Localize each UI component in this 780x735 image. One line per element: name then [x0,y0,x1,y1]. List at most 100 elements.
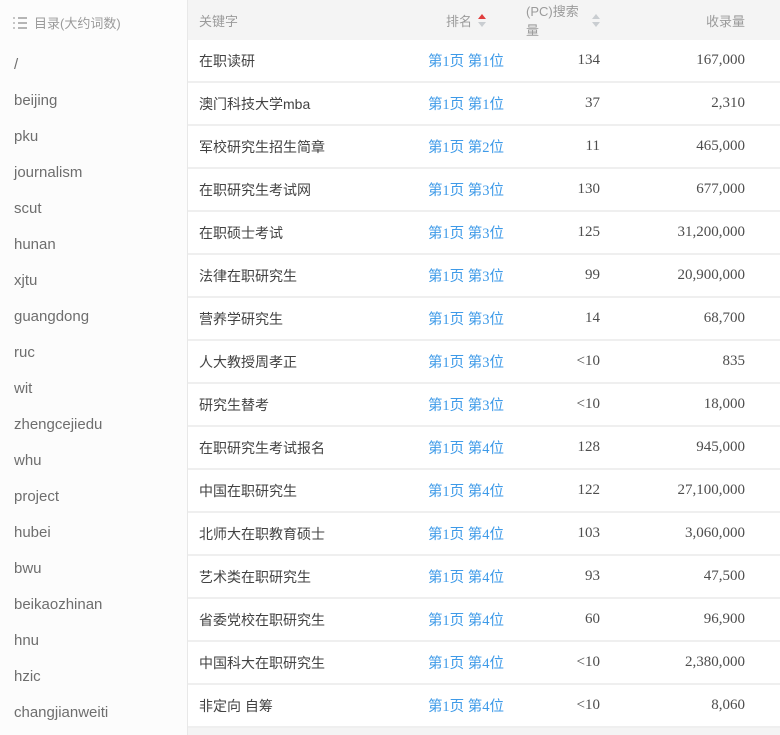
search-sort-arrows-icon[interactable] [592,14,600,27]
index-volume-cell: 8,060 [711,697,745,714]
sort-asc-arrow-icon[interactable] [592,14,600,19]
table-row: 研究生替考 第1页 第3位 <10 18,000 [188,384,780,427]
keyword-cell: 艺术类在职研究生 [199,569,311,585]
sidebar-item-directory[interactable]: whu [0,443,187,479]
sidebar-item-directory[interactable]: bwu [0,551,187,587]
pc-search-volume-cell: 134 [578,52,601,69]
rank-link[interactable]: 第1页 第4位 [428,480,504,501]
rank-link[interactable]: 第1页 第4位 [428,609,504,630]
keyword-cell: 在职硕士考试 [199,225,283,241]
table-row: 营养学研究生 第1页 第3位 14 68,700 [188,298,780,341]
column-header-index-volume: 收录量 [618,11,780,30]
sidebar-item-directory[interactable]: journalism [0,155,187,191]
keyword-cell: 中国在职研究生 [199,483,297,499]
keyword-cell: 在职研究生考试网 [199,182,311,198]
sidebar-item-directory[interactable]: beijing [0,83,187,119]
table-row: 法律在职研究生 第1页 第3位 99 20,900,000 [188,255,780,298]
pc-search-volume-cell: 122 [578,482,601,499]
keyword-table: 关键字 排名 (PC)搜索量 收录量 [188,0,780,735]
keyword-cell: 法律在职研究生 [199,268,297,284]
sidebar-list: /beijingpkujournalismscuthunanxjtuguangd… [0,41,187,731]
index-volume-cell: 47,500 [704,568,745,585]
index-volume-cell: 96,900 [704,611,745,628]
sidebar-item-directory[interactable]: wit [0,371,187,407]
sidebar-item-directory[interactable]: ruc [0,335,187,371]
index-volume-cell: 31,200,000 [678,224,746,241]
sidebar-item-directory[interactable]: hnu [0,623,187,659]
pc-search-volume-cell: 99 [585,267,600,284]
pc-search-volume-cell: 14 [585,310,600,327]
keyword-cell: 在职研究生考试报名 [199,440,325,456]
rank-link[interactable]: 第1页 第2位 [428,136,504,157]
sidebar-item-directory[interactable]: hubei [0,515,187,551]
rank-link[interactable]: 第1页 第3位 [428,394,504,415]
keyword-cell: 研究生替考 [199,397,269,413]
list-icon [13,17,27,29]
sidebar-item-directory[interactable]: pku [0,119,187,155]
rank-link[interactable]: 第1页 第4位 [428,523,504,544]
index-volume-cell: 835 [723,353,746,370]
index-volume-cell: 167,000 [696,52,745,69]
index-volume-cell: 465,000 [696,138,745,155]
sidebar-item-directory[interactable]: xjtu [0,263,187,299]
table-row: 艺术类在职研究生 第1页 第4位 93 47,500 [188,556,780,599]
rank-link[interactable]: 第1页 第4位 [428,566,504,587]
app-window: 目录(大约词数) /beijingpkujournalismscuthunanx… [0,0,780,735]
keyword-cell: 北师大在职教育硕士 [199,526,325,542]
rank-link[interactable]: 第1页 第1位 [428,50,504,71]
table-row: 在职研究生考试报名 第1页 第4位 128 945,000 [188,427,780,470]
rank-link[interactable]: 第1页 第4位 [428,652,504,673]
index-volume-cell: 68,700 [704,310,745,327]
index-volume-cell: 945,000 [696,439,745,456]
sidebar-item-directory[interactable]: project [0,479,187,515]
sidebar-item-directory[interactable]: hunan [0,227,187,263]
sidebar-item-directory[interactable]: / [0,47,187,83]
pc-search-volume-cell: 125 [578,224,601,241]
rank-link[interactable]: 第1页 第3位 [428,222,504,243]
pc-search-volume-cell: <10 [577,697,600,714]
pc-search-volume-cell: 128 [578,439,601,456]
sidebar-item-directory[interactable]: changjianweiti [0,695,187,731]
keyword-cell: 军校研究生招生简章 [199,139,325,155]
table-row: 中国科大在职研究生 第1页 第4位 <10 2,380,000 [188,642,780,685]
column-header-keyword: 关键字 [188,11,406,30]
index-volume-cell: 27,100,000 [678,482,746,499]
pc-search-volume-cell: 93 [585,568,600,585]
table-row: 在职研究生考试网 第1页 第3位 130 677,000 [188,169,780,212]
sort-desc-arrow-icon[interactable] [592,22,600,27]
keyword-cell: 中国科大在职研究生 [199,655,325,671]
table-header-row: 关键字 排名 (PC)搜索量 收录量 [188,0,780,40]
pc-search-volume-cell: 11 [586,138,600,155]
pc-search-volume-cell: 103 [578,525,601,542]
rank-sort-arrows-icon[interactable] [478,14,486,27]
table-row: 省委党校在职研究生 第1页 第4位 60 96,900 [188,599,780,642]
sidebar-header: 目录(大约词数) [0,0,187,41]
rank-link[interactable]: 第1页 第3位 [428,351,504,372]
table-row: 澳门科技大学mba 第1页 第1位 37 2,310 [188,83,780,126]
sort-asc-arrow-icon[interactable] [478,14,486,19]
sidebar-item-directory[interactable]: scut [0,191,187,227]
table-body: 在职读研 第1页 第1位 134 167,000 澳门科技大学mba 第1页 第… [188,40,780,728]
rank-link[interactable]: 第1页 第4位 [428,437,504,458]
keyword-cell: 省委党校在职研究生 [199,612,325,628]
rank-link[interactable]: 第1页 第3位 [428,265,504,286]
sidebar-item-directory[interactable]: hzic [0,659,187,695]
sidebar-item-directory[interactable]: guangdong [0,299,187,335]
sidebar-item-directory[interactable]: zhengcejiedu [0,407,187,443]
column-header-pc-search-volume[interactable]: (PC)搜索量 [526,1,618,39]
pc-search-volume-cell: <10 [577,396,600,413]
table-row: 军校研究生招生简章 第1页 第2位 11 465,000 [188,126,780,169]
index-volume-cell: 18,000 [704,396,745,413]
table-row: 非定向 自筹 第1页 第4位 <10 8,060 [188,685,780,728]
rank-link[interactable]: 第1页 第4位 [428,695,504,716]
sidebar-item-directory[interactable]: beikaozhinan [0,587,187,623]
pc-search-volume-cell: 60 [585,611,600,628]
rank-link[interactable]: 第1页 第3位 [428,179,504,200]
pc-search-volume-cell: <10 [577,353,600,370]
rank-link[interactable]: 第1页 第3位 [428,308,504,329]
column-header-rank[interactable]: 排名 [406,11,526,30]
sort-desc-arrow-icon[interactable] [478,22,486,27]
rank-link[interactable]: 第1页 第1位 [428,93,504,114]
pc-search-volume-cell: 130 [578,181,601,198]
pc-search-volume-cell: 37 [585,95,600,112]
